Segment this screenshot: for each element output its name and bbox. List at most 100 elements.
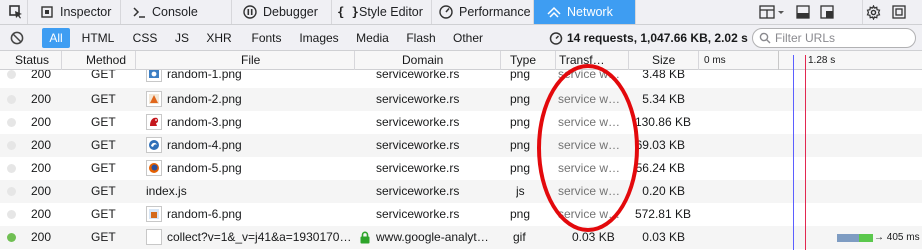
filter-images-button[interactable]: Images bbox=[294, 28, 344, 48]
split-console-icon bbox=[796, 5, 810, 19]
picture-icon bbox=[146, 91, 162, 107]
load-event-marker bbox=[805, 55, 806, 250]
size: 0.03 KB bbox=[642, 230, 685, 244]
status-dot bbox=[7, 118, 16, 127]
filter-media-button[interactable]: Media bbox=[350, 28, 395, 48]
request-summary[interactable]: 14 requests, 1,047.66 KB, 2.02 s bbox=[549, 29, 748, 47]
picture-icon bbox=[146, 160, 162, 176]
type: png bbox=[510, 115, 531, 129]
type: png bbox=[510, 161, 531, 175]
domain: www.google-analyt… bbox=[376, 230, 489, 244]
element-picker-button[interactable] bbox=[4, 0, 28, 24]
style-editor-icon: { } bbox=[337, 5, 359, 19]
tab-label: Network bbox=[567, 5, 613, 19]
dock-layout-button[interactable] bbox=[757, 0, 787, 24]
domain: serviceworke.rs bbox=[376, 207, 460, 221]
tab-console[interactable]: Console bbox=[121, 0, 232, 24]
filter-xhr-button[interactable]: XHR bbox=[200, 28, 238, 48]
status-dot bbox=[7, 141, 16, 150]
responsive-design-icon bbox=[820, 5, 834, 19]
column-header-transferred[interactable]: Transf… bbox=[556, 51, 629, 70]
file-name: index.js bbox=[146, 184, 187, 198]
debugger-icon bbox=[242, 4, 258, 20]
size: 3.48 KB bbox=[642, 70, 685, 81]
request-row[interactable]: 200 GET random-4.png serviceworke.rs png… bbox=[0, 134, 922, 157]
file-name: random-1.png bbox=[167, 70, 242, 81]
performance-icon bbox=[438, 4, 454, 20]
clear-requests-button[interactable] bbox=[8, 29, 26, 47]
request-row[interactable]: 200 GET random-2.png serviceworke.rs png… bbox=[0, 88, 922, 111]
request-row[interactable]: 200 GET collect?v=1&_v=j41&a=1930170265…… bbox=[0, 226, 922, 249]
tab-debugger[interactable]: Debugger bbox=[232, 0, 332, 24]
column-header-domain[interactable]: Domain bbox=[355, 51, 501, 70]
status-dot bbox=[7, 95, 16, 104]
type: gif bbox=[513, 230, 526, 244]
status-code: 200 bbox=[31, 207, 52, 221]
filter-other-button[interactable]: Other bbox=[447, 28, 489, 48]
status-dot bbox=[7, 187, 16, 196]
column-header-size[interactable]: Size bbox=[629, 51, 699, 70]
blank-thumbnail bbox=[146, 229, 162, 245]
status-code: 200 bbox=[31, 184, 52, 198]
request-row[interactable]: 200 GET random-1.png serviceworke.rs png… bbox=[0, 70, 922, 86]
waterfall-marker-label: 1.28 s bbox=[808, 55, 836, 66]
clear-icon bbox=[10, 31, 24, 45]
split-console-button[interactable] bbox=[792, 0, 814, 24]
file-name: random-2.png bbox=[167, 92, 242, 106]
domain: serviceworke.rs bbox=[376, 70, 460, 81]
layout-icon bbox=[759, 5, 784, 19]
filter-all-button[interactable]: All bbox=[42, 28, 70, 48]
filter-js-button[interactable]: JS bbox=[168, 28, 196, 48]
domain: serviceworke.rs bbox=[376, 115, 460, 129]
type: png bbox=[510, 70, 531, 81]
request-row[interactable]: 200 GET random-6.png serviceworke.rs png… bbox=[0, 203, 922, 226]
transferred: 0.03 KB bbox=[572, 230, 615, 244]
tab-inspector[interactable]: Inspector bbox=[29, 0, 121, 24]
domain: serviceworke.rs bbox=[376, 138, 460, 152]
status-dot bbox=[7, 210, 16, 219]
filter-urls-box[interactable] bbox=[752, 28, 916, 48]
request-row[interactable]: 200 GET random-3.png serviceworke.rs png… bbox=[0, 111, 922, 134]
element-picker-icon bbox=[8, 5, 22, 19]
file-name: random-4.png bbox=[167, 138, 242, 152]
detach-toolbox-button[interactable] bbox=[888, 0, 910, 24]
tab-label: Performance bbox=[459, 5, 531, 19]
filter-html-button[interactable]: HTML bbox=[76, 28, 120, 48]
column-header-waterfall[interactable]: 0 ms 1.28 s bbox=[700, 51, 922, 70]
status-dot bbox=[7, 233, 16, 242]
tab-label: Console bbox=[152, 5, 198, 19]
method: GET bbox=[91, 115, 116, 129]
tab-network[interactable]: Network bbox=[534, 0, 636, 24]
picture-icon bbox=[146, 114, 162, 130]
column-header-method[interactable]: Method bbox=[62, 51, 136, 70]
network-toolbar: All HTML CSS JS XHR Fonts Images Media F… bbox=[0, 25, 922, 51]
filter-flash-button[interactable]: Flash bbox=[401, 28, 441, 48]
picture-icon bbox=[146, 70, 162, 82]
file-name: random-3.png bbox=[167, 115, 242, 129]
filter-fonts-button[interactable]: Fonts bbox=[245, 28, 288, 48]
status-code: 200 bbox=[31, 92, 52, 106]
search-icon bbox=[759, 32, 771, 44]
tab-performance[interactable]: Performance bbox=[432, 0, 534, 24]
gear-icon bbox=[866, 4, 881, 20]
request-row[interactable]: 200 GET random-5.png serviceworke.rs png… bbox=[0, 157, 922, 180]
settings-button[interactable] bbox=[862, 0, 884, 24]
filter-urls-input[interactable] bbox=[775, 31, 905, 45]
console-icon bbox=[131, 4, 147, 20]
tab-style-editor[interactable]: { } Style Editor bbox=[332, 0, 432, 24]
file-name: collect?v=1&_v=j41&a=1930170265… bbox=[167, 230, 355, 244]
transferred: service wor… bbox=[558, 70, 626, 81]
type: png bbox=[510, 207, 531, 221]
column-header-type[interactable]: Type bbox=[501, 51, 556, 70]
filter-css-button[interactable]: CSS bbox=[126, 28, 164, 48]
request-row[interactable]: 200 GET index.js serviceworke.rs js serv… bbox=[0, 180, 922, 203]
domain: serviceworke.rs bbox=[376, 184, 460, 198]
status-code: 200 bbox=[31, 70, 52, 81]
transferred: service wor… bbox=[558, 184, 626, 198]
responsive-design-button[interactable] bbox=[816, 0, 838, 24]
domain: serviceworke.rs bbox=[376, 92, 460, 106]
transferred: service wor… bbox=[558, 161, 626, 175]
column-header-status[interactable]: Status bbox=[0, 51, 62, 70]
method: GET bbox=[91, 230, 116, 244]
column-header-file[interactable]: File bbox=[136, 51, 355, 70]
